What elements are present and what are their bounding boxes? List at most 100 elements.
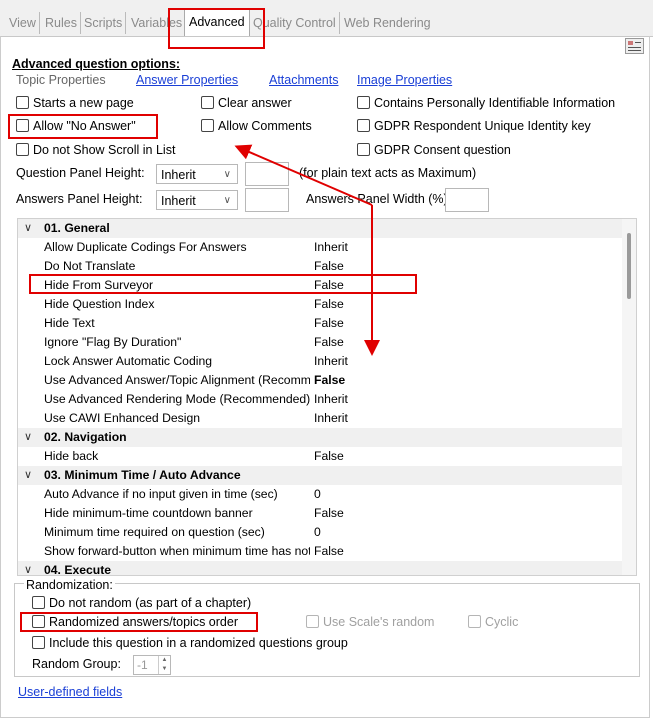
grid-property-value[interactable]: False xyxy=(314,257,344,276)
grid-property-name: 02. Navigation xyxy=(44,430,127,444)
scroll-thumb[interactable] xyxy=(627,233,631,299)
grid-row[interactable]: Minimum time required on question (sec) 0 xyxy=(18,523,622,542)
pii-checkbox[interactable]: Contains Personally Identifiable Informa… xyxy=(357,94,615,112)
grid-row[interactable]: Hide minimum-time countdown banner False xyxy=(18,504,622,523)
checkbox-label: Cyclic xyxy=(485,615,519,629)
checkbox-icon xyxy=(357,96,370,109)
grid-property-value[interactable]: 0 xyxy=(314,523,321,542)
tab-web-rendering[interactable]: Web Rendering xyxy=(341,12,434,34)
tab-variables[interactable]: Variables xyxy=(128,12,185,34)
grid-property-name: 03. Minimum Time / Auto Advance xyxy=(44,468,241,482)
grid-property-value[interactable]: False xyxy=(314,276,344,295)
randomized-answers-checkbox[interactable]: Randomized answers/topics order xyxy=(32,613,238,631)
collapse-chevron-icon[interactable]: ∨ xyxy=(24,561,32,575)
answer-properties-link[interactable]: Answer Properties xyxy=(136,73,238,87)
gdpr-identity-key-checkbox[interactable]: GDPR Respondent Unique Identity key xyxy=(357,117,591,135)
grid-property-name: Hide Text xyxy=(44,316,95,330)
checkbox-icon xyxy=(32,636,45,649)
grid-property-value[interactable]: Inherit xyxy=(314,390,348,409)
allow-no-answer-checkbox[interactable]: Allow "No Answer" xyxy=(16,117,136,135)
checkbox-label: Contains Personally Identifiable Informa… xyxy=(374,96,616,110)
grid-row[interactable]: Hide back False xyxy=(18,447,622,466)
spinner-value: -1 xyxy=(137,658,148,672)
tab-scripts[interactable]: Scripts xyxy=(81,12,127,34)
clear-answer-checkbox[interactable]: Clear answer xyxy=(201,94,292,112)
property-grid: ∨ 01. General Allow Duplicate Codings For … xyxy=(17,218,637,576)
grid-row[interactable]: Use Advanced Answer/Topic Alignment (Rec… xyxy=(18,371,622,390)
checkbox-icon xyxy=(16,143,29,156)
checkbox-label: Allow "No Answer" xyxy=(33,119,136,133)
checkbox-label: Use Scale's random xyxy=(323,615,435,629)
attachments-link[interactable]: Attachments xyxy=(269,73,338,87)
grid-property-name: Show forward-button when minimum time ha… xyxy=(44,544,310,558)
use-scales-random-checkbox[interactable]: Use Scale's random xyxy=(306,613,434,631)
collapse-chevron-icon[interactable]: ∨ xyxy=(24,428,32,447)
question-panel-height-input[interactable] xyxy=(245,162,289,186)
grid-row[interactable]: Lock Answer Automatic Coding Inherit xyxy=(18,352,622,371)
grid-property-value[interactable]: Inherit xyxy=(314,409,348,428)
allow-comments-checkbox[interactable]: Allow Comments xyxy=(201,117,312,135)
checkbox-label: Do not Show Scroll in List xyxy=(33,143,176,157)
grid-property-value[interactable]: False xyxy=(314,333,344,352)
grid-row[interactable]: Ignore "Flag By Duration" False xyxy=(18,333,622,352)
grid-property-value[interactable]: False xyxy=(314,542,344,561)
grid-property-value[interactable]: Inherit xyxy=(314,238,348,257)
spinner-arrows-icon[interactable]: ▲ ▼ xyxy=(158,656,170,674)
answers-panel-width-input[interactable] xyxy=(445,188,489,212)
grid-property-name: Minimum time required on question (sec) xyxy=(44,525,265,539)
grid-property-name: 04. Execute xyxy=(44,563,112,576)
grid-property-value[interactable]: False xyxy=(314,314,344,333)
chevron-down-icon: ∨ xyxy=(223,195,231,206)
grid-row[interactable]: Allow Duplicate Codings For Answers Inher… xyxy=(18,238,622,257)
grid-category[interactable]: ∨ 02. Navigation xyxy=(18,428,622,447)
grid-row[interactable]: Use CAWI Enhanced Design Inherit xyxy=(18,409,622,428)
grid-property-value[interactable]: Inherit xyxy=(314,352,348,371)
tab-quality-control[interactable]: Quality Control xyxy=(250,12,340,34)
checkbox-icon xyxy=(357,119,370,132)
user-defined-fields-link[interactable]: User-defined fields xyxy=(18,685,122,699)
cyclic-checkbox[interactable]: Cyclic xyxy=(468,613,518,631)
grid-row[interactable]: Auto Advance if no input given in time (… xyxy=(18,485,622,504)
do-not-random-checkbox[interactable]: Do not random (as part of a chapter) xyxy=(32,594,251,612)
grid-property-value[interactable]: False xyxy=(314,504,344,523)
answers-panel-height-select[interactable]: Inherit ∨ xyxy=(156,190,238,210)
grid-property-value[interactable]: False xyxy=(314,371,345,390)
checkbox-label: Allow Comments xyxy=(218,119,312,133)
grid-row[interactable]: Hide From Surveyor False xyxy=(18,276,622,295)
grid-row[interactable]: Hide Text False xyxy=(18,314,622,333)
image-properties-link[interactable]: Image Properties xyxy=(357,73,452,87)
grid-category[interactable]: ∨ 01. General xyxy=(18,219,622,238)
random-group-spinner[interactable]: -1 ▲ ▼ xyxy=(133,655,171,675)
grid-property-name: 01. General xyxy=(44,221,110,235)
checkbox-icon xyxy=(32,596,45,609)
grid-category[interactable]: ∨ 03. Minimum Time / Auto Advance xyxy=(18,466,622,485)
starts-new-page-checkbox[interactable]: Starts a new page xyxy=(16,94,134,112)
grid-scrollbar[interactable] xyxy=(622,219,636,575)
no-scroll-in-list-checkbox[interactable]: Do not Show Scroll in List xyxy=(16,141,175,159)
grid-property-value[interactable]: 0 xyxy=(314,485,321,504)
chevron-down-icon: ∨ xyxy=(223,169,231,180)
gdpr-consent-checkbox[interactable]: GDPR Consent question xyxy=(357,141,511,159)
grid-row[interactable]: Hide Question Index False xyxy=(18,295,622,314)
grid-row[interactable]: Use Advanced Rendering Mode (Recommended… xyxy=(18,390,622,409)
checkbox-label: Starts a new page xyxy=(33,96,134,110)
grid-property-name: Lock Answer Automatic Coding xyxy=(44,354,213,368)
tab-view[interactable]: View xyxy=(6,12,40,34)
collapse-chevron-icon[interactable]: ∨ xyxy=(24,219,32,238)
tab-bar: View Rules Scripts Variables Advanced Qu… xyxy=(0,0,653,37)
properties-grid-icon[interactable] xyxy=(625,38,644,54)
grid-property-value[interactable]: False xyxy=(314,447,344,466)
tab-advanced[interactable]: Advanced xyxy=(184,8,250,36)
answers-panel-height-input[interactable] xyxy=(245,188,289,212)
grid-row[interactable]: Show forward-button when minimum time ha… xyxy=(18,542,622,561)
include-random-group-checkbox[interactable]: Include this question in a randomized qu… xyxy=(32,634,348,652)
grid-category[interactable]: ∨ 04. Execute xyxy=(18,561,622,576)
checkbox-icon xyxy=(16,119,29,132)
question-panel-height-select[interactable]: Inherit ∨ xyxy=(156,164,238,184)
tab-rules[interactable]: Rules xyxy=(42,12,81,34)
grid-row[interactable]: Do Not Translate False xyxy=(18,257,622,276)
grid-property-value[interactable]: False xyxy=(314,295,344,314)
checkbox-label: Randomized answers/topics order xyxy=(49,615,238,629)
checkbox-icon xyxy=(201,96,214,109)
collapse-chevron-icon[interactable]: ∨ xyxy=(24,466,32,485)
